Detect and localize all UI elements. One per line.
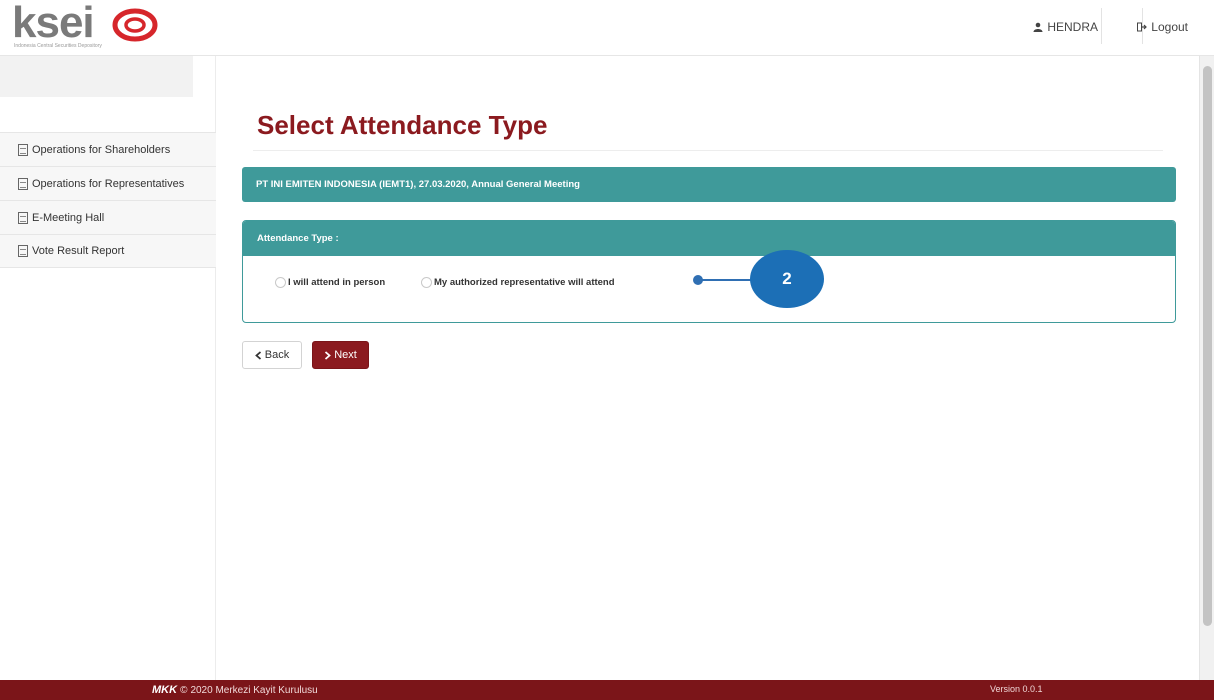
next-button[interactable]: Next [312,341,369,369]
user-icon [1033,22,1043,32]
copyright-text: 2020 Merkezi Kayit Kurulusu [190,684,318,696]
sidebar-item-operations-shareholders[interactable]: Operations for Shareholders [0,132,216,166]
sidebar-item-operations-representatives[interactable]: Operations for Representatives [0,166,216,200]
logo-text: ksei [12,0,95,47]
panel-title: Attendance Type : [257,233,339,244]
scrollbar-thumb[interactable] [1203,66,1212,626]
sidebar-item-label: Operations for Shareholders [32,143,171,156]
radio-representative-attend[interactable]: My authorized representative will attend [421,277,615,288]
main-content: Select Attendance Type PT INI EMITEN IND… [217,56,1197,680]
sidebar-item-vote-result-report[interactable]: Vote Result Report [0,234,216,268]
mkk-logo: MKK [152,684,178,696]
sidebar: Operations for Shareholders Operations f… [0,56,216,680]
document-icon [18,211,28,224]
callout-dot [693,275,703,285]
logout-icon [1137,22,1148,32]
sidebar-menu: Operations for Shareholders Operations f… [0,132,216,268]
title-divider [253,150,1163,151]
sidebar-item-e-meeting-hall[interactable]: E-Meeting Hall [0,200,216,234]
step-callout: 2 [750,250,824,308]
step-number: 2 [782,269,792,288]
panel-body: I will attend in person My authorized re… [243,256,1175,322]
page-title: Select Attendance Type [257,110,548,140]
sidebar-item-label: Operations for Representatives [32,177,185,190]
chevron-left-icon [254,350,261,360]
meeting-info-bar: PT INI EMITEN INDONESIA (IEMT1), 27.03.2… [242,167,1176,202]
sidebar-item-label: Vote Result Report [32,245,125,257]
version-text: Version 0.0.1 [990,684,1043,694]
radio-label: I will attend in person [288,277,386,288]
sidebar-item-label: E-Meeting Hall [32,211,105,224]
copyright-symbol-icon: © [180,684,188,696]
sidebar-top-panel [0,56,193,97]
radio-button[interactable] [421,277,432,288]
radio-label: My authorized representative will attend [434,277,615,288]
logo-subtext: Indonesia Central Securities Depository [14,43,102,49]
chevron-right-icon [325,350,332,360]
logout-button[interactable]: Logout [1137,20,1188,34]
panel-header: Attendance Type : [243,221,1175,256]
ksei-logo[interactable]: ksei Indonesia Central Securities Deposi… [12,0,182,52]
attendance-type-panel: Attendance Type : I will attend in perso… [242,220,1176,323]
radio-attend-in-person[interactable]: I will attend in person [275,277,385,288]
radio-button[interactable] [275,277,286,288]
logout-label: Logout [1151,20,1188,34]
meeting-info-text: PT INI EMITEN INDONESIA (IEMT1), 27.03.2… [256,179,580,190]
top-header: ksei Indonesia Central Securities Deposi… [0,0,1214,56]
document-icon [18,177,28,190]
ksei-logo-mark-icon [112,8,158,42]
back-button-label: Back [264,349,290,361]
footer-copyright: MKK © 2020 Merkezi Kayit Kurulusu [152,684,318,696]
footer: MKK © 2020 Merkezi Kayit Kurulusu Versio… [0,680,1214,700]
next-button-label: Next [334,349,357,361]
user-menu[interactable]: HENDRA [1033,20,1098,34]
document-icon [18,245,28,257]
callout-connector [700,279,754,281]
header-divider [1101,8,1102,44]
user-name: HENDRA [1047,20,1098,34]
document-icon [18,143,28,156]
back-button[interactable]: Back [242,341,302,369]
page-scrollbar[interactable] [1199,56,1214,680]
